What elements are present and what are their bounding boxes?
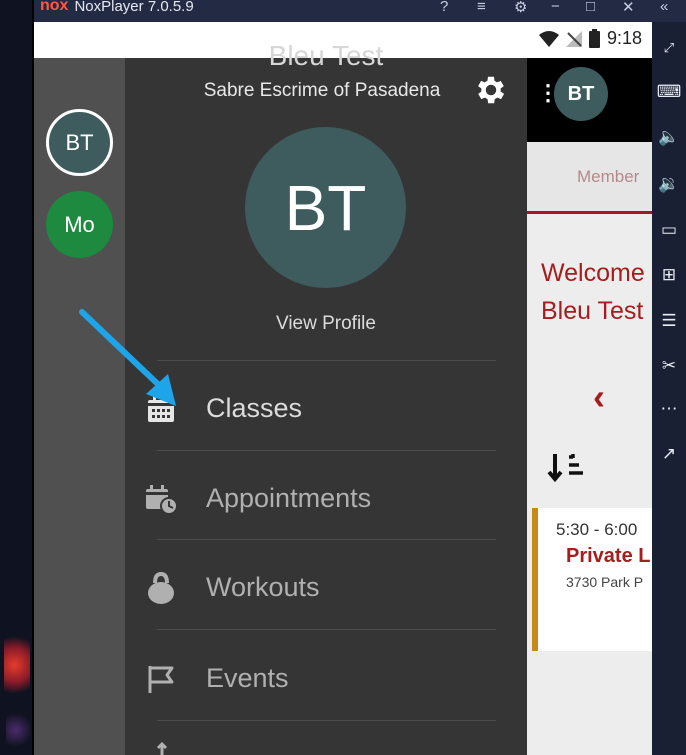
no-signal-icon [565,30,582,47]
account-initials: Mo [64,211,95,237]
close-icon[interactable]: ✕ [622,0,635,16]
calendar-clock-icon [143,481,179,517]
expand-icon[interactable]: ⤢ [652,36,686,60]
divider [157,539,496,540]
status-time: 9:18 [606,28,642,48]
menu-label: Events [206,663,289,693]
emulator-title-bar: nox NoxPlayer 7.0.5.9 ? ≡ ⚙ − □ ✕ « [34,0,686,22]
next-menu-icon [155,741,169,755]
sort-icon[interactable] [547,448,587,488]
menu-item-workouts[interactable]: Workouts [125,543,527,632]
class-time: 5:30 - 6:00 [556,520,638,539]
apk-install-icon[interactable]: ⊞ [652,263,686,287]
account-initials: BT [65,129,94,155]
app-tabs: Member [527,142,652,214]
wifi-icon [538,30,559,47]
settings-gear-icon[interactable] [473,72,509,108]
nox-logo-icon: nox [40,0,69,14]
status-icons: 9:18 [538,28,642,49]
tab-indicator [527,211,652,214]
class-address: 3730 Park P [566,574,644,590]
emulator-title-text: NoxPlayer 7.0.5.9 [74,0,194,15]
divider [157,360,496,361]
collapse-icon[interactable]: « [660,0,668,15]
emulator-sidebar: ⤢ ⌨ 🔈 🔉 ▭ ⊞ ☰ ✂ ⋯ ↗ [652,22,686,755]
app-background-screen: ⋮ BT Member Welcome Bleu Test ‹ 5:30 - 6… [527,58,652,755]
class-title: Private L [566,545,651,567]
account-avatar-mo[interactable]: Mo [46,191,113,258]
battery-icon [588,29,600,48]
divider [157,629,496,630]
menu-label: Classes [206,393,303,423]
volume-up-icon[interactable]: 🔈 [652,125,686,149]
welcome-name: Bleu Test [541,297,644,325]
welcome-line: Welcome [541,259,645,287]
screen-icon[interactable]: ▭ [652,218,686,242]
kettlebell-icon [143,570,179,606]
menu-icon[interactable]: ≡ [477,0,486,15]
menu-item-appointments[interactable]: Appointments [125,454,527,543]
drawer-user-name: Bleu Test [268,40,384,71]
app-avatar-initials: BT [567,82,595,105]
menu-label: Appointments [206,483,372,513]
divider [157,720,496,721]
app-avatar[interactable]: BT [554,67,608,121]
background-glow [6,710,30,750]
app-header: ⋮ BT [527,58,652,142]
menu-label: Workouts [206,572,320,602]
volume-down-icon[interactable]: 🔉 [652,172,686,196]
profile-avatar[interactable]: BT [245,127,406,288]
screen: nox NoxPlayer 7.0.5.9 ? ≡ ⚙ − □ ✕ « 9:18… [0,0,686,755]
scissors-icon[interactable]: ✂ [652,354,686,378]
emulator-title: nox NoxPlayer 7.0.5.9 [40,0,194,15]
welcome-text: Welcome Bleu Test [541,254,645,330]
background-glow [4,630,30,700]
left-frame [0,0,34,755]
more-icon[interactable]: ⋯ [652,397,686,421]
account-avatar-bt[interactable]: BT [46,109,113,176]
help-icon[interactable]: ? [440,0,448,15]
flag-icon [143,661,179,697]
divider [157,450,496,451]
menu-item-events[interactable]: Events [125,634,527,723]
keyboard-icon[interactable]: ⌨ [652,80,686,104]
minimize-icon[interactable]: − [551,0,560,15]
maximize-icon[interactable]: □ [586,0,595,15]
settings-icon[interactable]: ⚙ [514,0,527,16]
chevron-left-icon[interactable]: ‹ [593,376,605,418]
profile-initials: BT [284,171,367,244]
drawer-org-name: Sabre Escrime of Pasadena [203,80,441,101]
annotation-arrow [79,309,176,406]
open-external-icon[interactable]: ↗ [652,442,686,466]
toolbox-icon[interactable]: ☰ [652,309,686,333]
tab-member[interactable]: Member [577,167,639,187]
